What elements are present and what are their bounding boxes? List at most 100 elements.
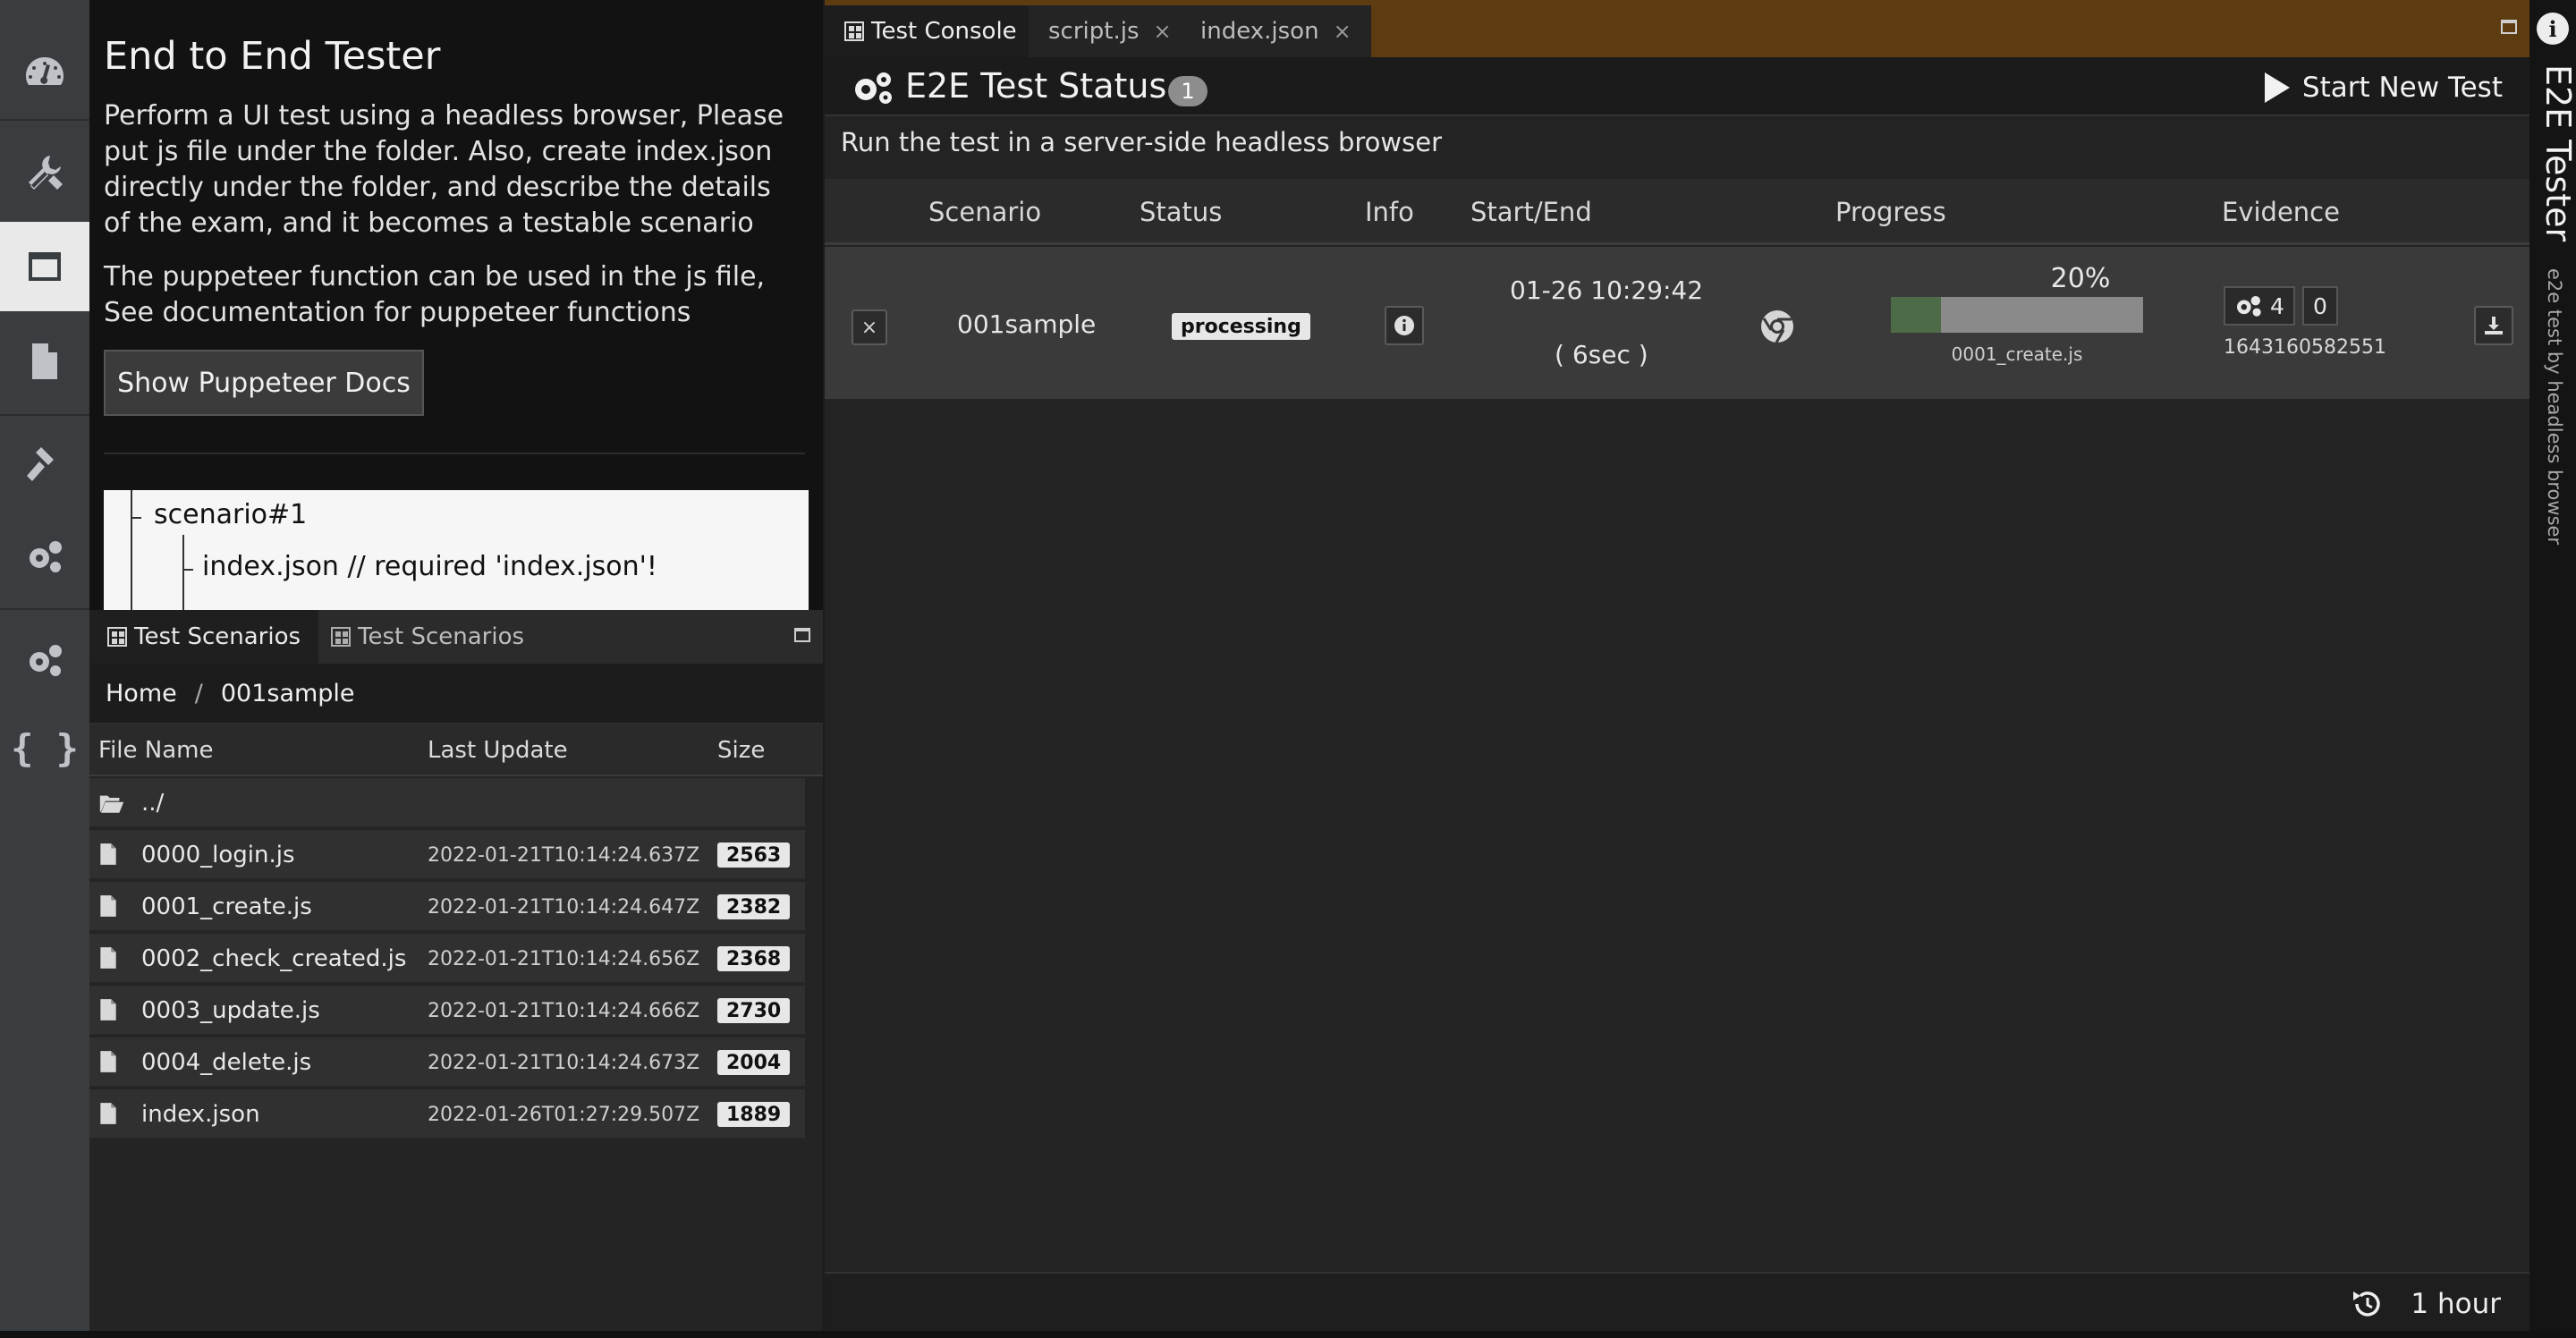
breadcrumb-separator: / [194,679,203,707]
file-icon [100,947,116,969]
tab-index-json[interactable]: index.json × [1181,5,1371,57]
info-icon[interactable]: i [2537,13,2569,45]
gears-icon[interactable] [0,615,89,705]
tab-test-scenarios-2[interactable]: Test Scenarios [313,610,542,664]
refresh-interval[interactable]: 1 hour [2350,1286,2501,1322]
tab-script-js[interactable]: script.js × [1029,5,1191,57]
file-date: 2022-01-21T10:14:24.637Z [428,844,700,867]
list-item[interactable]: 0000_login.js 2022-01-21T10:14:24.637Z 256… [89,830,805,880]
history-icon [2353,1291,2381,1317]
hammer-icon[interactable] [0,419,89,508]
download-button[interactable] [2474,306,2513,345]
column-status: Status [1140,197,1223,227]
file-name: 0001_create.js [141,893,312,920]
document-icon[interactable] [0,317,89,406]
file-date: 2022-01-21T10:14:24.666Z [428,1000,700,1022]
grid-icon [331,627,351,647]
info-icon [1394,316,1414,335]
tools-icon[interactable] [0,127,89,216]
list-item[interactable]: 0001_create.js 2022-01-21T10:14:24.647Z 23… [89,882,805,932]
console-tab-bar: Test Console script.js × index.json × [825,0,2529,57]
progress-bar-fill [1891,297,1942,333]
file-size-badge: 2382 [717,894,791,919]
window-icon[interactable] [0,222,89,311]
evidence-id: 1643160582551 [2224,336,2386,359]
file-size-badge: 2004 [717,1050,791,1075]
evidence-secondary[interactable]: 0 [2302,286,2338,326]
list-item[interactable]: 0003_update.js 2022-01-21T10:14:24.666Z 27… [89,986,805,1036]
console-subtitle: Run the test in a server-side headless b… [841,127,1442,157]
folder-open-icon [99,795,124,813]
column-scenario: Scenario [928,197,1042,227]
gears-icon[interactable] [0,512,89,601]
file-size-badge: 2730 [717,998,791,1023]
maximize-icon[interactable] [2501,20,2517,34]
side-panel: i E2E Tester e2e test by headless browse… [2529,0,2576,1338]
column-start-end: Start/End [1470,197,1592,227]
puppeteer-note: The puppeteer function can be used in th… [104,261,766,328]
info-panel: End to End Tester Perform a UI test usin… [89,0,823,610]
file-size-badge: 2563 [717,843,791,868]
table-row: × 001sample processing 01-26 10:29:42 ( … [825,247,2529,399]
gears-icon [2237,295,2261,317]
side-title: E2E Tester [2538,64,2576,242]
file-name: 0000_login.js [141,842,295,868]
cancel-test-button[interactable]: × [852,309,887,345]
scenarios-tab-bar: Test Scenarios Test Scenarios [89,610,823,664]
file-name: 0002_check_created.js [141,945,407,972]
file-icon [100,999,116,1020]
column-file-name[interactable]: File Name [98,737,213,764]
file-date: 2022-01-21T10:14:24.647Z [428,896,700,919]
braces-icon[interactable]: { } [0,703,89,792]
rail-divider [0,119,89,121]
console-footer: 1 hour [825,1272,2529,1333]
column-last-update[interactable]: Last Update [428,737,568,764]
close-icon[interactable]: × [1154,19,1172,44]
status-title: E2E Test Status [905,66,1167,106]
start-new-test-button[interactable]: Start New Test [2264,68,2503,107]
column-progress: Progress [1835,197,1946,227]
info-button[interactable] [1385,306,1424,345]
tab-test-scenarios[interactable]: Test Scenarios [89,610,319,664]
gears-icon [855,72,892,104]
close-icon[interactable]: × [1334,19,1352,44]
side-subtitle: e2e test by headless browser [2544,268,2565,546]
list-item[interactable]: 0002_check_created.js 2022-01-21T10:14:24… [89,934,805,984]
file-size-badge: 1889 [717,1102,791,1127]
status-count-badge: 1 [1168,76,1208,106]
file-icon [100,895,116,917]
download-icon [2485,317,2503,334]
grid-icon [844,21,864,41]
duration: ( 6sec ) [1555,340,1648,369]
file-date: 2022-01-21T10:14:24.656Z [428,948,700,970]
column-size[interactable]: Size [717,737,765,764]
breadcrumb: Home / 001sample [89,664,823,724]
tree-node: scenario#1 [154,499,308,530]
start-time: 01-26 10:29:42 [1510,275,1704,305]
divider [104,453,805,454]
list-item[interactable]: index.json 2022-01-26T01:27:29.507Z 1889 [89,1089,805,1139]
bottom-edge [0,1331,2576,1338]
file-size-badge: 2368 [717,946,791,971]
show-docs-button[interactable]: Show Puppeteer Docs [104,350,424,416]
test-table-header: Scenario Status Info Start/End Progress … [825,179,2529,245]
file-icon [100,1103,116,1124]
play-icon [2264,72,2290,103]
rail-divider [0,414,89,416]
parent-folder-row[interactable]: ../ [89,778,805,828]
file-list-header: File Name Last Update Size [89,724,823,776]
list-item[interactable]: 0004_delete.js 2022-01-21T10:14:24.673Z 20… [89,1037,805,1088]
evidence-button[interactable]: 4 [2224,286,2295,326]
breadcrumb-current: 001sample [220,679,355,707]
description-text: Perform a UI test using a headless brows… [104,100,784,239]
breadcrumb-home[interactable]: Home [106,680,177,707]
file-name: 0004_delete.js [141,1049,312,1076]
file-icon [100,843,116,865]
scenario-name: 001sample [957,309,1097,339]
dashboard-icon[interactable] [0,27,89,116]
progress-percent: 20% [2050,263,2111,294]
tab-test-console[interactable]: Test Console [825,5,1037,57]
maximize-icon[interactable] [794,628,810,642]
test-console: E2E Test Status 1 Start New Test Run the… [825,57,2529,1333]
file-icon [100,1051,116,1072]
